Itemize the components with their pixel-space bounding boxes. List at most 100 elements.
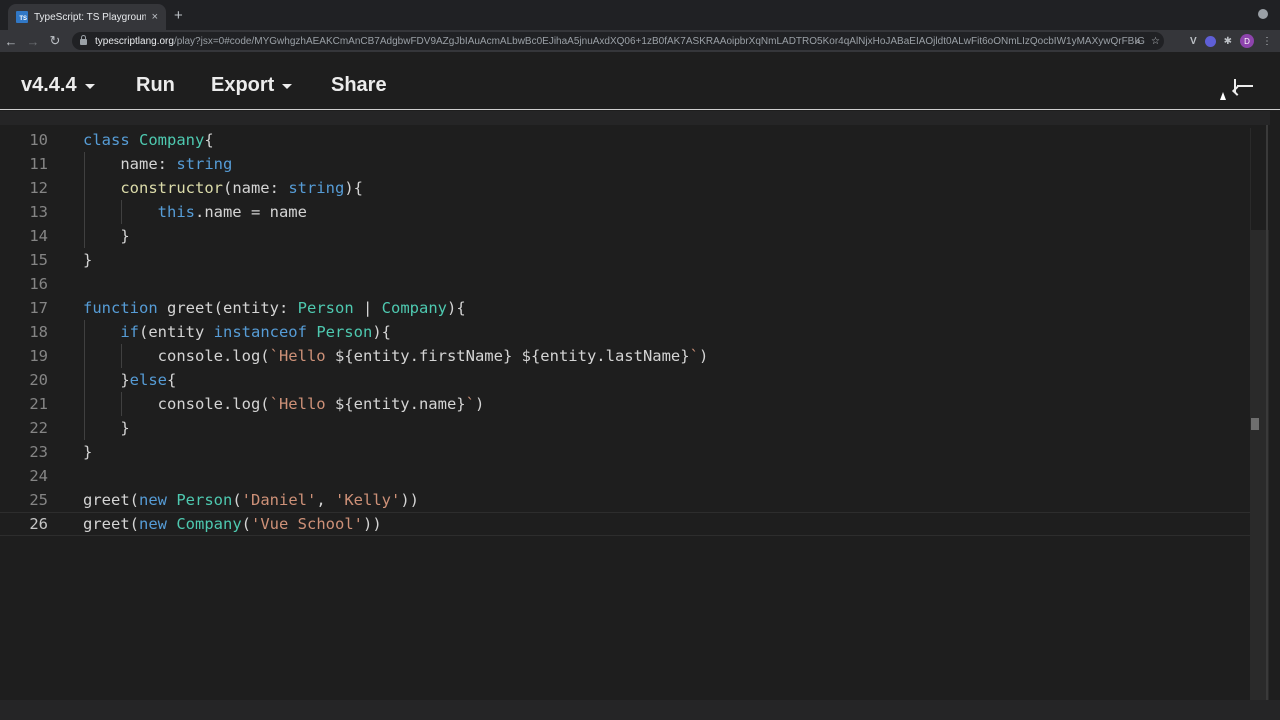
- code-line[interactable]: 22 }: [0, 416, 1250, 440]
- reload-icon[interactable]: ↻: [44, 33, 66, 49]
- zoom-icon[interactable]: ⌕: [1135, 36, 1141, 47]
- code-text: this.name = name: [83, 200, 307, 224]
- run-button[interactable]: Run: [136, 74, 175, 97]
- line-number: 22: [29, 419, 48, 437]
- code-token: }: [83, 419, 130, 437]
- code-line[interactable]: 11 name: string: [0, 152, 1250, 176]
- code-token: ): [474, 395, 485, 413]
- mouse-cursor-icon: [1220, 92, 1226, 100]
- code-token: {: [167, 371, 177, 389]
- browser-menu-icon[interactable]: ⋮: [1262, 36, 1272, 47]
- code-line[interactable]: 13 this.name = name: [0, 200, 1250, 224]
- code-text: console.log(`Hello ${entity.name}`): [83, 392, 485, 416]
- code-text: }: [83, 248, 92, 272]
- export-label: Export: [211, 74, 275, 96]
- code-token: }: [83, 251, 93, 269]
- url-host: typescriptlang.org: [95, 35, 174, 47]
- extensions-puzzle-icon[interactable]: ✱: [1224, 36, 1232, 47]
- code-line[interactable]: 24: [0, 464, 1250, 488]
- code-token: this: [157, 203, 195, 221]
- code-line[interactable]: 25 greet(new Person('Daniel', 'Kelly')): [0, 488, 1250, 512]
- code-token: class: [83, 131, 139, 149]
- code-token: ${entity.firstName}: [334, 347, 513, 365]
- code-token: |: [353, 299, 382, 317]
- code-line[interactable]: 20 }else{: [0, 368, 1250, 392]
- share-button[interactable]: Share: [331, 74, 387, 97]
- lock-icon[interactable]: [80, 35, 87, 45]
- code-token: function: [83, 299, 167, 317]
- code-token: `: [465, 395, 475, 413]
- line-number: 18: [29, 323, 48, 341]
- code-line[interactable]: 23}: [0, 440, 1250, 464]
- code-token: `Hello: [269, 395, 335, 413]
- code-text: class Company{: [83, 128, 214, 152]
- browser-tab[interactable]: TS TypeScript: TS Playground - An ×: [8, 4, 166, 30]
- code-line[interactable]: 15}: [0, 248, 1250, 272]
- code-token: )): [400, 491, 419, 509]
- close-tab-icon[interactable]: ×: [152, 11, 158, 23]
- code-token: else: [129, 371, 167, 389]
- code-editor[interactable]: 10 class Company{11 name: string 12 constr…: [0, 128, 1266, 700]
- code-line[interactable]: 21 console.log(`Hello ${entity.name}`): [0, 392, 1250, 416]
- collapse-sidebar-icon[interactable]: [1232, 79, 1254, 96]
- typescript-favicon-icon: TS: [16, 11, 28, 23]
- code-line[interactable]: 10 class Company{: [0, 128, 1250, 152]
- line-number: 11: [29, 155, 48, 173]
- editor-tab-gutter: [0, 111, 1270, 125]
- code-token: )): [362, 515, 382, 533]
- browser-tabstrip: TS TypeScript: TS Playground - An × +: [0, 0, 1280, 30]
- code-token: (entity: [139, 323, 214, 341]
- bottom-bar: [0, 700, 1280, 720]
- code-text: function greet(entity: Person | Company)…: [83, 296, 466, 320]
- code-line[interactable]: 16: [0, 272, 1250, 296]
- new-tab-icon[interactable]: +: [174, 7, 183, 24]
- code-line[interactable]: 14 }: [0, 224, 1250, 248]
- chevron-down-icon: [84, 84, 95, 89]
- tab-title: TypeScript: TS Playground - An: [34, 11, 146, 23]
- bookmark-star-icon[interactable]: ☆: [1151, 36, 1160, 47]
- code-line[interactable]: 12 constructor(name: string){: [0, 176, 1250, 200]
- code-line[interactable]: 17 function greet(entity: Person | Compan…: [0, 296, 1250, 320]
- code-token: new: [139, 515, 177, 533]
- code-token: ${entity.lastName}: [521, 347, 690, 365]
- vue-devtools-icon[interactable]: V: [1190, 36, 1197, 47]
- browser-window-icon[interactable]: [1258, 9, 1268, 19]
- code-token: greet(: [83, 515, 139, 533]
- line-number: 16: [29, 275, 48, 293]
- address-bar[interactable]: typescriptlang.org /play?jsx=0#code/MYGw…: [72, 32, 1164, 50]
- line-number: 17: [29, 299, 48, 317]
- code-token: Person: [176, 491, 233, 509]
- version-dropdown[interactable]: v4.4.4: [21, 74, 95, 97]
- code-text: console.log(`Hello ${entity.firstName} $…: [83, 344, 709, 368]
- profile-avatar[interactable]: D: [1240, 34, 1254, 48]
- code-line[interactable]: 26 greet(new Company('Vue School')): [0, 512, 1266, 536]
- chevron-down-icon: [282, 84, 293, 89]
- code-text: greet(new Company('Vue School')): [83, 512, 382, 536]
- code-token: greet(entity:: [167, 299, 298, 317]
- code-token: string: [176, 155, 233, 173]
- code-token: constructor: [120, 179, 223, 197]
- line-number: 24: [29, 467, 48, 485]
- code-token: if: [120, 323, 139, 341]
- code-token: console.log(: [83, 347, 270, 365]
- scrollbar-track: [1266, 125, 1268, 700]
- code-text: if(entity instanceof Person){: [83, 320, 391, 344]
- extension-circle-icon[interactable]: [1204, 35, 1216, 47]
- code-text: }: [83, 440, 92, 464]
- code-token: ${entity.name}: [334, 395, 466, 413]
- forward-icon[interactable]: →: [22, 34, 44, 49]
- code-line[interactable]: 18 if(entity instanceof Person){: [0, 320, 1250, 344]
- back-icon[interactable]: ←: [0, 34, 22, 49]
- code-token: `: [689, 347, 699, 365]
- code-line[interactable]: 19 console.log(`Hello ${entity.firstName…: [0, 344, 1250, 368]
- code-token: ){: [372, 323, 391, 341]
- line-number: 15: [29, 251, 48, 269]
- code-token: instanceof: [213, 323, 317, 341]
- line-number: 23: [29, 443, 48, 461]
- playground-header: v4.4.4 Run Export Share: [0, 52, 1280, 110]
- browser-toolbar: ← → ↻ typescriptlang.org /play?jsx=0#cod…: [0, 30, 1280, 52]
- export-dropdown[interactable]: Export: [211, 74, 293, 97]
